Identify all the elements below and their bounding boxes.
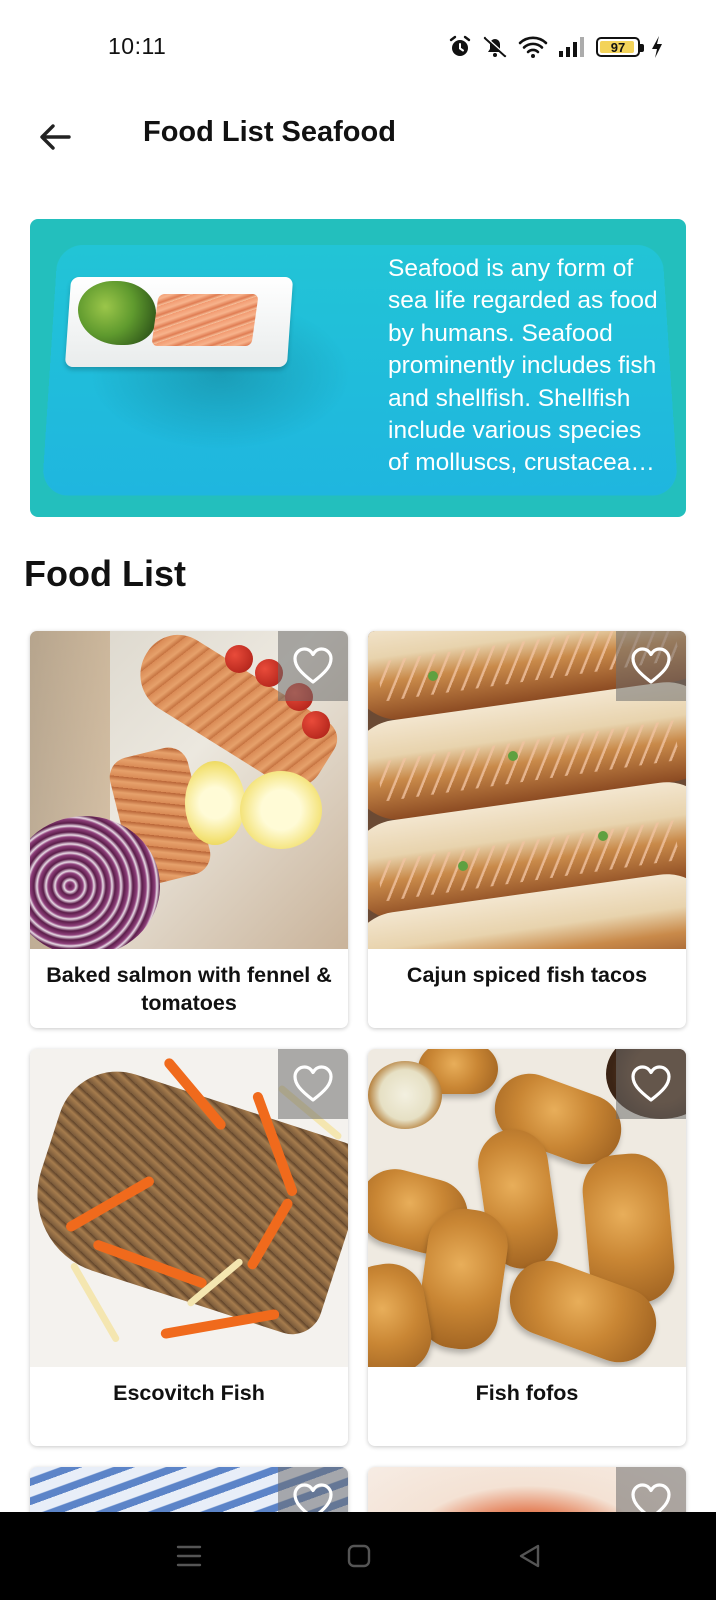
menu-icon (175, 1543, 203, 1569)
favorite-button[interactable] (616, 1049, 686, 1119)
wifi-icon (518, 35, 548, 59)
system-nav-bar (0, 1512, 716, 1600)
back-button[interactable] (30, 112, 80, 162)
food-card-cajun-tacos[interactable]: Cajun spiced fish tacos (368, 631, 686, 1028)
mute-icon (482, 35, 508, 59)
favorite-button[interactable] (278, 631, 348, 701)
back-nav-button[interactable] (510, 1536, 550, 1576)
category-banner: Seafood is any form of sea life regarded… (30, 219, 686, 517)
heart-outline-icon (292, 646, 334, 686)
alarm-icon (448, 35, 472, 59)
page-title: Food List Seafood (143, 116, 396, 149)
arrow-left-icon (37, 119, 73, 155)
home-icon (346, 1543, 372, 1569)
food-name: Baked salmon with fennel & tomatoes (38, 961, 340, 1017)
food-card-baked-salmon[interactable]: Baked salmon with fennel & tomatoes (30, 631, 348, 1028)
charging-icon (650, 35, 664, 59)
heart-outline-icon (292, 1064, 334, 1104)
food-card-fish-fofos[interactable]: Fish fofos (368, 1049, 686, 1446)
back-triangle-icon (517, 1543, 543, 1569)
status-time: 10:11 (108, 33, 166, 60)
battery-level: 97 (611, 40, 625, 55)
heart-outline-icon (630, 1064, 672, 1104)
category-description: Seafood is any form of sea life regarded… (388, 253, 668, 479)
food-card-escovitch-fish[interactable]: Escovitch Fish (30, 1049, 348, 1446)
favorite-button[interactable] (278, 1049, 348, 1119)
section-heading: Food List (24, 553, 186, 595)
battery-icon: 97 (596, 37, 640, 57)
app-bar: Food List Seafood (0, 96, 716, 176)
food-name: Fish fofos (376, 1379, 678, 1407)
home-button[interactable] (339, 1536, 379, 1576)
food-name: Escovitch Fish (38, 1379, 340, 1407)
food-name: Cajun spiced fish tacos (376, 961, 678, 989)
recent-apps-button[interactable] (169, 1536, 209, 1576)
signal-icon (558, 36, 586, 58)
favorite-button[interactable] (616, 631, 686, 701)
heart-outline-icon (630, 646, 672, 686)
status-icons: 97 (448, 32, 664, 62)
status-bar: 10:11 97 (0, 0, 716, 96)
